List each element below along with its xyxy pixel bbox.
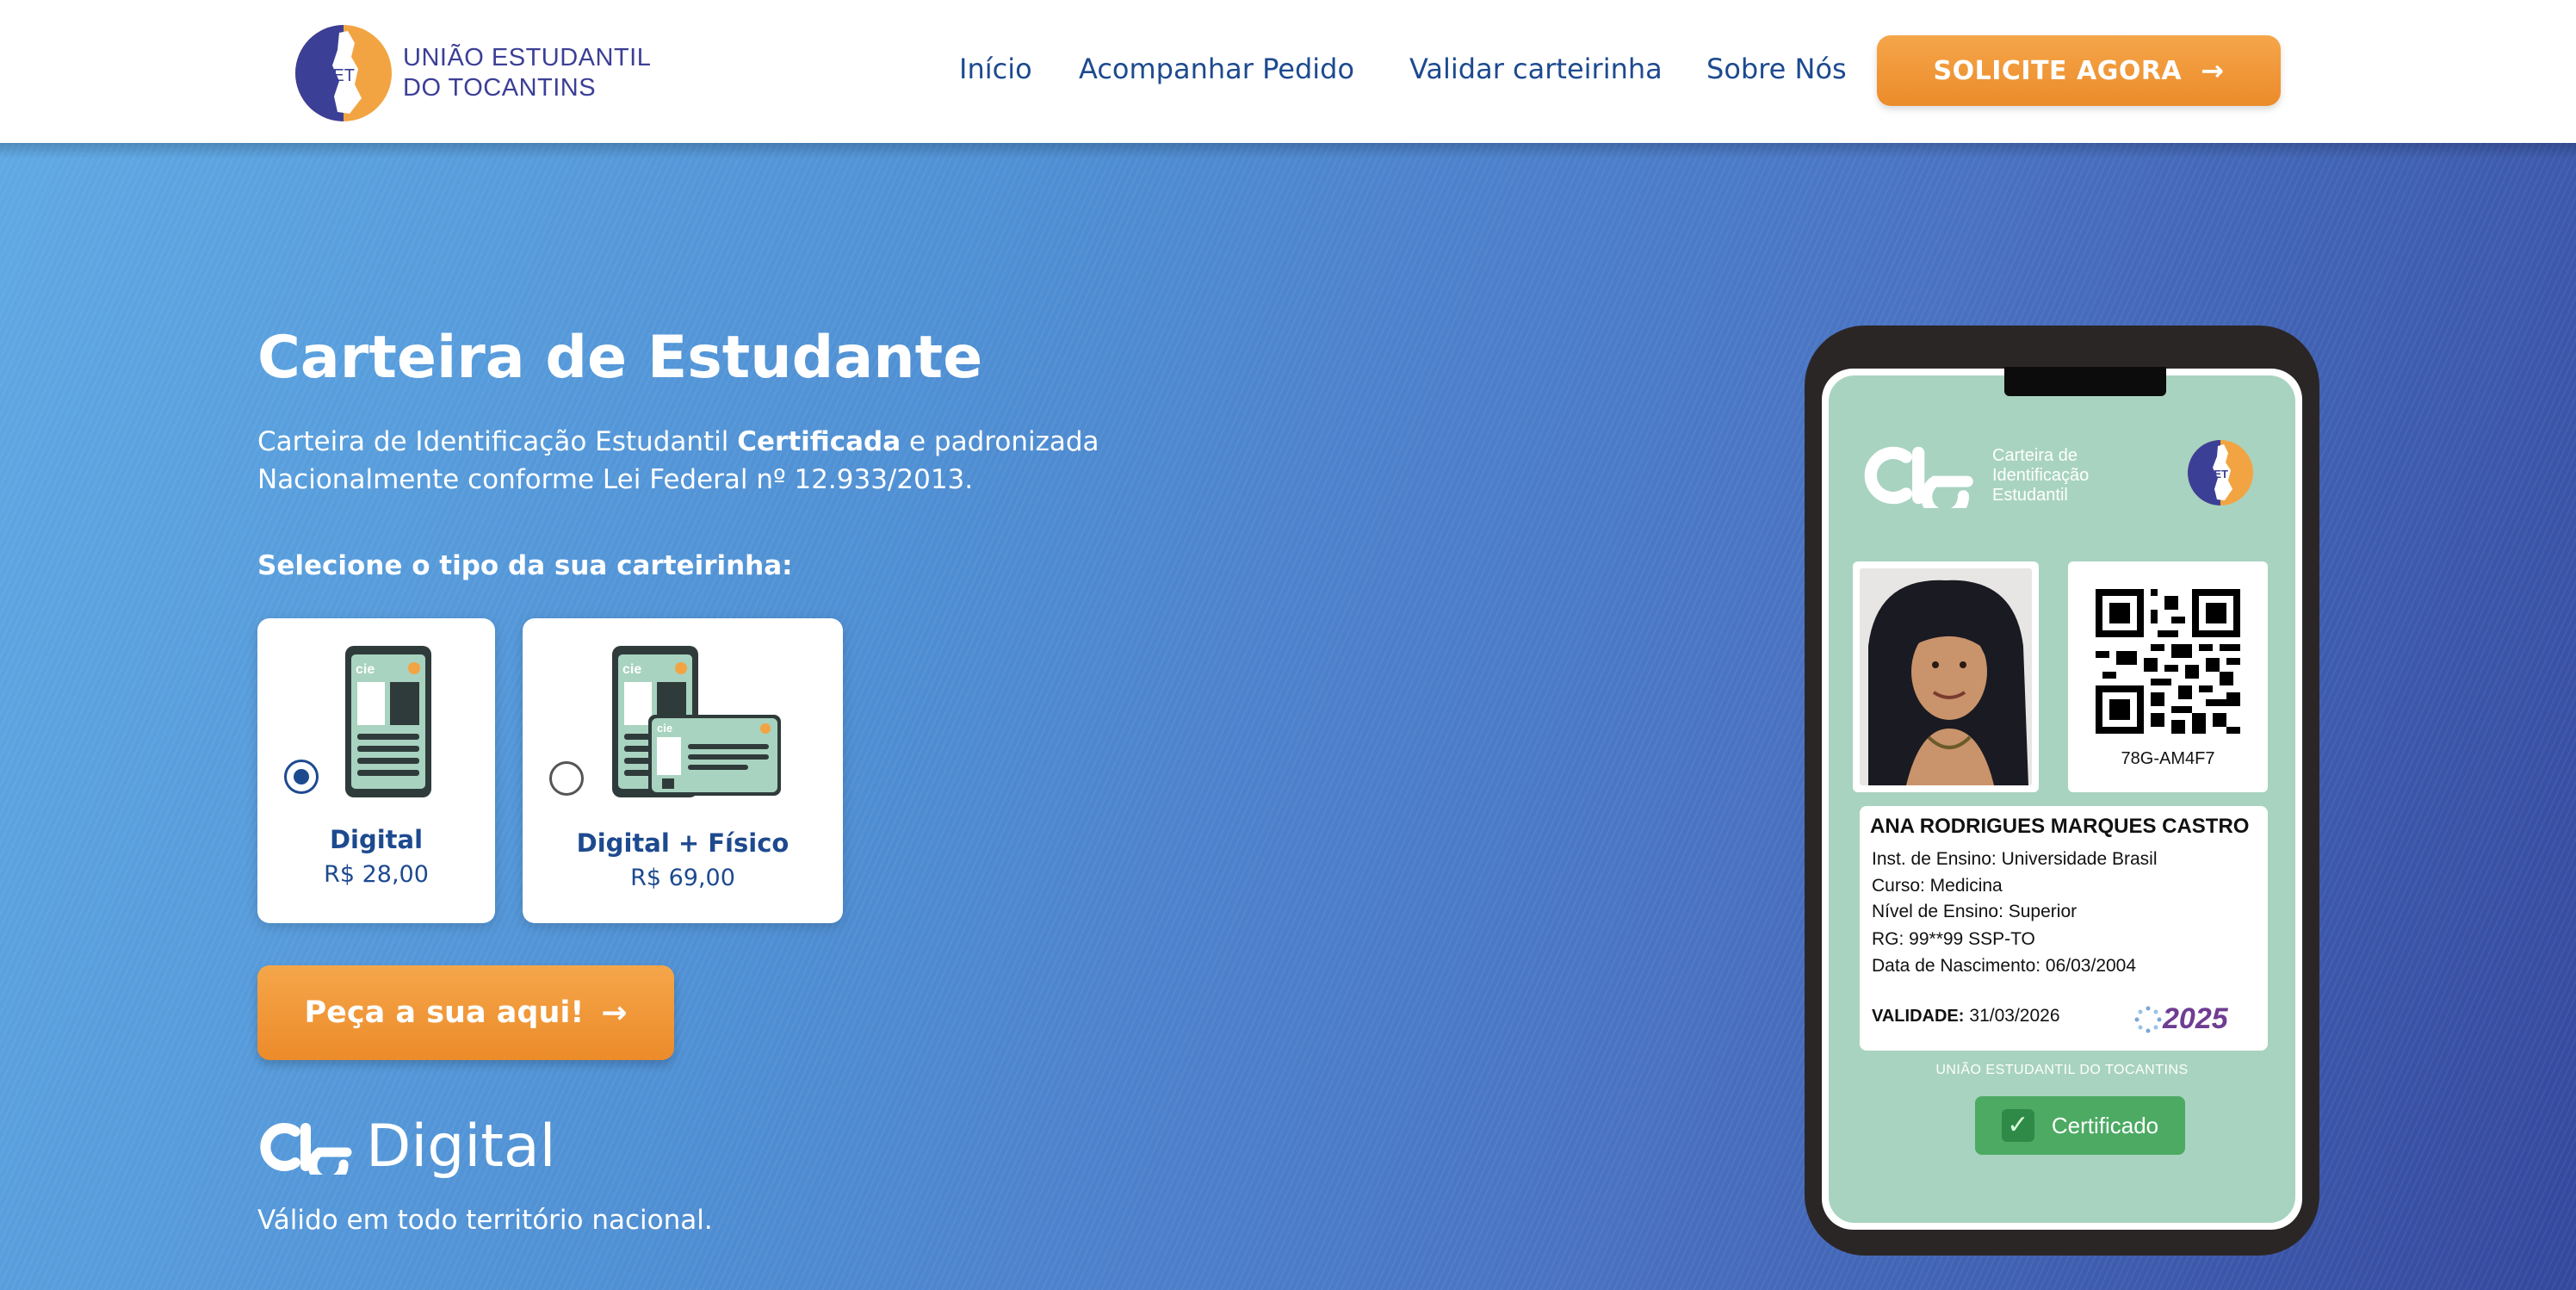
year-text: 2025	[2163, 1002, 2228, 1035]
nav-inicio[interactable]: Início	[959, 48, 1032, 90]
hero-section: Carteira de Estudante Carteira de Identi…	[0, 143, 2576, 1290]
page-title: Carteira de Estudante	[257, 324, 983, 392]
student-info-box: ANA RODRIGUES MARQUES CASTRO Inst. de En…	[1860, 806, 2268, 1051]
site-header: UET UNIÃO ESTUDANTIL DO TOCANTINS Início…	[0, 0, 2576, 143]
card-org-line: UNIÃO ESTUDANTIL DO TOCANTINS	[1935, 1063, 2189, 1077]
option-digital-price: R$ 28,00	[324, 861, 429, 888]
nav-validar-carteirinha[interactable]: Validar carteirinha	[1409, 48, 1663, 90]
phone-card-icon: cie	[345, 646, 431, 797]
year-badge: 2025	[2133, 1002, 2228, 1036]
svg-text:cie: cie	[356, 662, 375, 677]
solicite-agora-label: SOLICITE AGORA	[1933, 55, 2183, 86]
student-level: Nível de Ensino: Superior	[1872, 902, 2078, 921]
arrow-right-icon: →	[601, 995, 628, 1031]
valid-national-text: Válido em todo território nacional.	[257, 1205, 713, 1236]
peca-a-sua-label: Peça a sua aqui!	[304, 995, 585, 1030]
cie-logo-icon	[1864, 446, 1973, 508]
desc-bold: Certificada	[737, 426, 901, 457]
phone-mockup: Carteira de Identificação Estudantil UET	[1805, 326, 2319, 1256]
card-header-text: Carteira de Identificação Estudantil	[1992, 446, 2089, 505]
student-institution: Inst. de Ensino: Universidade Brasil	[1872, 849, 2158, 869]
arrow-right-icon: →	[2201, 54, 2225, 87]
digital-word: Digital	[366, 1113, 556, 1181]
certified-label: Certificado	[2051, 1112, 2159, 1138]
qr-id-text: 78G-AM4F7	[2121, 749, 2215, 768]
select-type-label: Selecione o tipo da sua carteirinha:	[257, 550, 793, 581]
option-fisico-name: Digital + Físico	[576, 828, 790, 858]
student-id-card: Carteira de Identificação Estudantil UET	[1829, 367, 2295, 1223]
cie-digital-brand: Digital	[257, 1113, 556, 1181]
qr-code-icon	[2096, 589, 2240, 734]
qr-code-frame: 78G-AM4F7	[2068, 561, 2268, 792]
cie-logo-icon	[260, 1123, 352, 1175]
peca-a-sua-button[interactable]: Peça a sua aqui! →	[257, 965, 674, 1060]
nav-acompanhar-pedido[interactable]: Acompanhar Pedido	[1079, 48, 1354, 90]
option-digital-name: Digital	[329, 825, 424, 854]
student-photo-frame	[1853, 561, 2039, 792]
certified-badge: ✓ Certificado	[1975, 1096, 2185, 1155]
card-header-line-3: Estudantil	[1992, 485, 2068, 505]
option-fisico-price: R$ 69,00	[630, 865, 735, 891]
student-photo	[1860, 568, 2032, 785]
student-name: ANA RODRIGUES MARQUES CASTRO	[1870, 815, 2250, 838]
option-digital-fisico[interactable]: cie cie Digital + Físico R$ 69,00	[523, 618, 843, 923]
phone-screen: Carteira de Identificação Estudantil UET	[1822, 367, 2302, 1230]
phone-and-card-icon: cie cie	[612, 646, 781, 797]
student-rg: RG: 99**99 SSP-TO	[1872, 929, 2035, 949]
validity: VALIDADE: 31/03/2026	[1872, 1006, 2060, 1026]
radio-digital[interactable]	[284, 760, 319, 794]
card-header-line-1: Carteira de	[1992, 445, 2078, 465]
card-header-line-2: Identificação	[1992, 465, 2090, 485]
svg-text:cie: cie	[622, 662, 641, 677]
uet-badge-icon: UET	[2188, 440, 2253, 505]
hero-description: Carteira de Identificação Estudantil Cer…	[257, 423, 1222, 499]
validity-label: VALIDADE:	[1872, 1007, 1965, 1026]
phone-notch	[2004, 367, 2166, 396]
nav-sobre-nos[interactable]: Sobre Nós	[1706, 48, 1847, 90]
option-digital[interactable]: cie Digital R$ 28,00	[257, 618, 495, 923]
card-header: Carteira de Identificação Estudantil	[1853, 443, 2089, 508]
check-icon: ✓	[2001, 1109, 2034, 1142]
student-birth-date: Data de Nascimento: 06/03/2004	[1872, 956, 2137, 976]
validity-value: 31/03/2026	[1969, 1006, 2060, 1026]
student-course: Curso: Medicina	[1872, 876, 2003, 896]
radio-digital-fisico[interactable]	[549, 761, 584, 796]
svg-text:cie: cie	[657, 722, 672, 735]
svg-text:UET: UET	[2206, 468, 2228, 481]
desc-text-1: Carteira de Identificação Estudantil	[257, 426, 738, 457]
dots-circle-icon	[2134, 1006, 2162, 1033]
solicite-agora-button[interactable]: SOLICITE AGORA →	[1877, 35, 2281, 106]
